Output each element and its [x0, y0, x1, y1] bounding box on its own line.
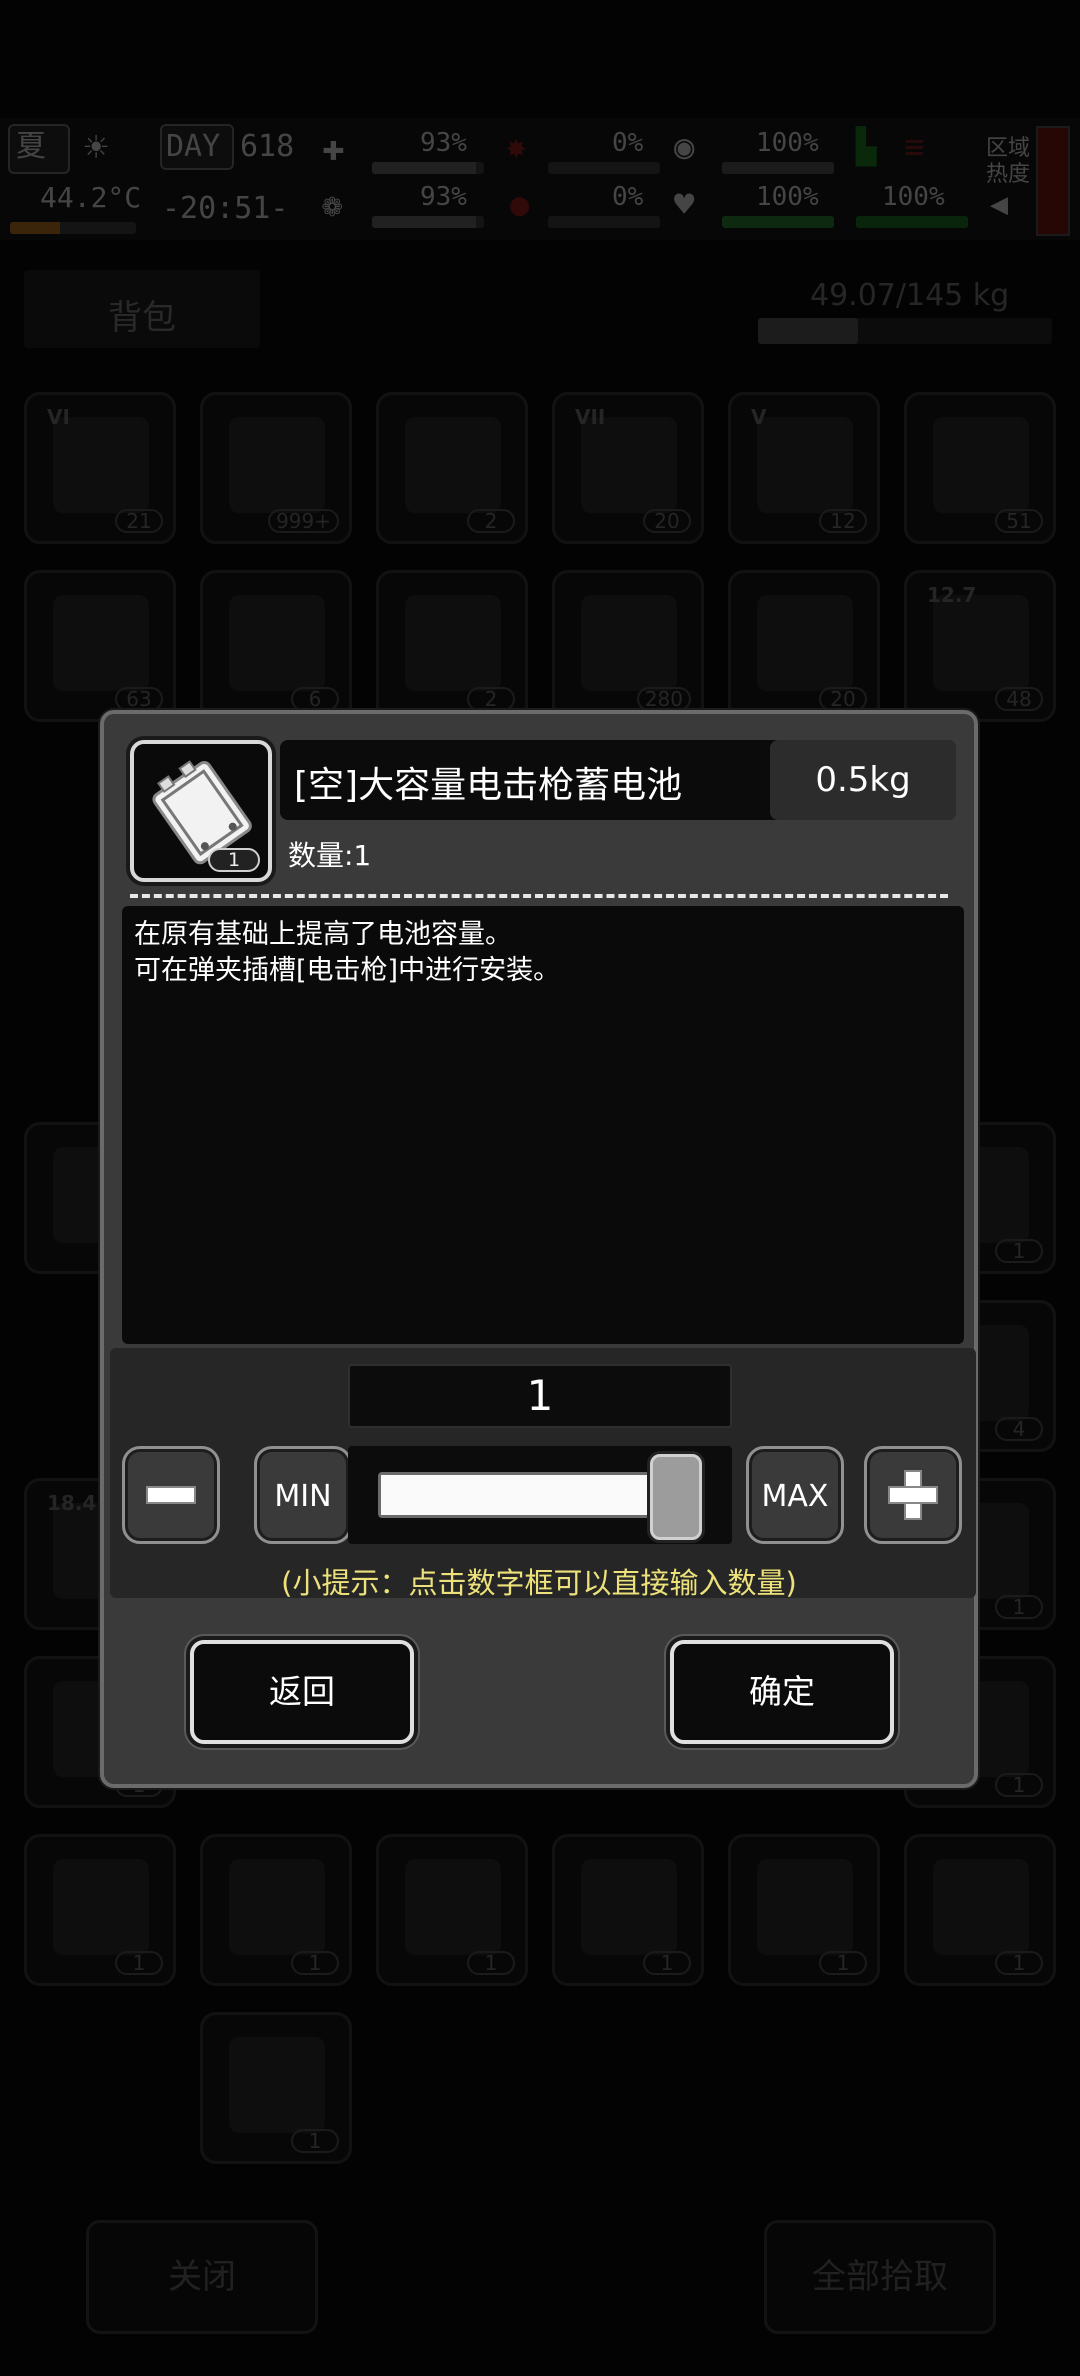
min-label: MIN — [274, 1479, 332, 1514]
back-button[interactable]: 返回 — [190, 1640, 414, 1744]
increase-button[interactable] — [864, 1446, 962, 1544]
item-detail-dialog: 1 [空]大容量电击枪蓄电池 0.5kg 数量:1 在原有基础上提高了电池容量。… — [100, 710, 978, 1788]
quantity-input[interactable]: 1 — [348, 1364, 732, 1428]
dashed-divider — [130, 894, 948, 898]
description-line-1: 在原有基础上提高了电池容量。 — [134, 919, 512, 950]
slider-track[interactable] — [378, 1472, 694, 1518]
item-name: [空]大容量电击枪蓄电池 — [294, 765, 683, 806]
item-weight: 0.5kg — [770, 740, 956, 820]
item-name-panel: [空]大容量电击枪蓄电池 0.5kg — [280, 740, 956, 820]
quantity-slider[interactable] — [348, 1446, 732, 1544]
quantity-label: 数量:1 — [288, 839, 372, 872]
max-button[interactable]: MAX — [746, 1446, 844, 1544]
min-button[interactable]: MIN — [254, 1446, 352, 1544]
confirm-button[interactable]: 确定 — [670, 1640, 894, 1744]
item-thumbnail: 1 — [130, 740, 272, 882]
hint-text: (小提示：点击数字框可以直接输入数量) — [281, 1566, 797, 1600]
description-panel: 在原有基础上提高了电池容量。 可在弹夹插槽[电击枪]中进行安装。 — [122, 906, 964, 1344]
slider-fill — [381, 1475, 691, 1515]
item-count-badge: 1 — [208, 848, 260, 872]
max-label: MAX — [761, 1479, 829, 1514]
description-line-2: 可在弹夹插槽[电击枪]中进行安装。 — [134, 955, 561, 986]
minus-icon — [146, 1486, 196, 1504]
decrease-button[interactable] — [122, 1446, 220, 1544]
game-screen: 夏 ☀ 44.2°C DAY 618 -20:51- ✚ ❁ 93% 93% ✸… — [0, 0, 1080, 2376]
plus-icon — [888, 1470, 938, 1520]
slider-handle[interactable] — [650, 1454, 702, 1540]
